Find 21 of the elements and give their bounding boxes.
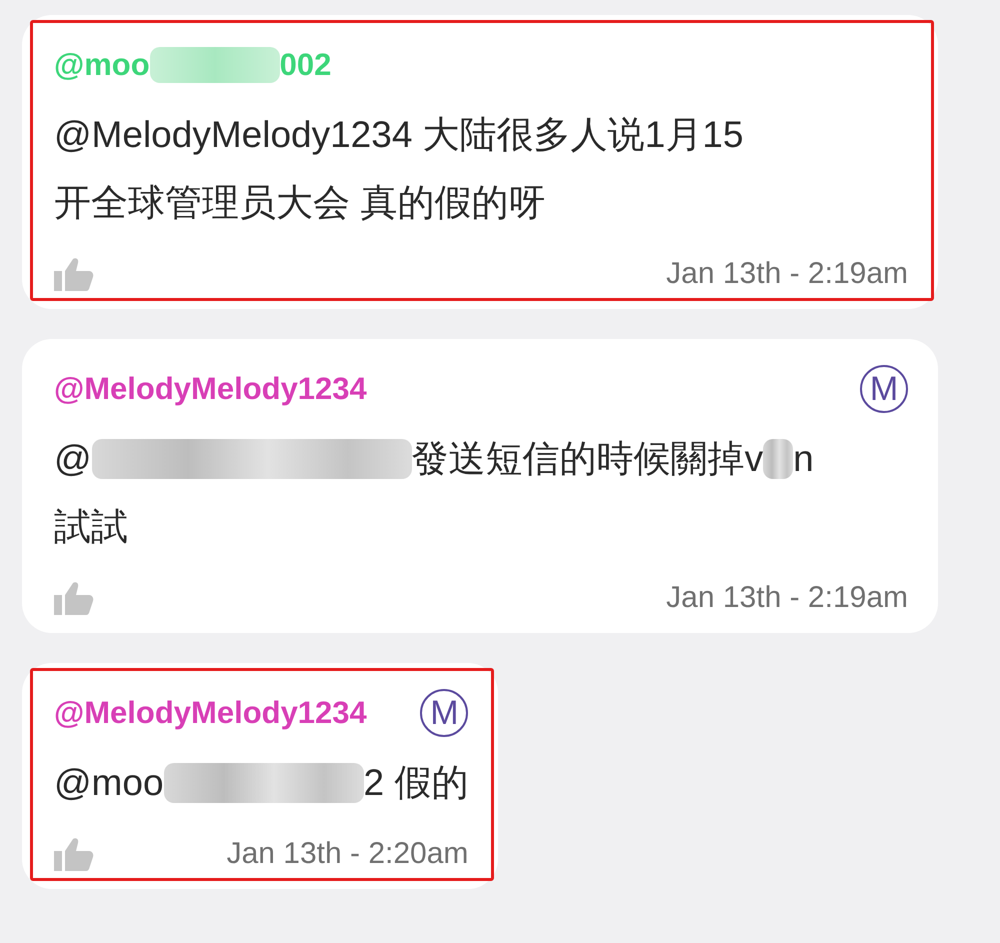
author-text: @MelodyMelody1234: [54, 371, 367, 407]
blurred-redaction: [763, 439, 794, 479]
message-text: n: [793, 438, 814, 480]
message-text: @MelodyMelody1234 大陆很多人说1月15: [54, 113, 744, 157]
message-text: 試試: [54, 505, 128, 549]
thumbs-up-icon[interactable]: [54, 837, 94, 871]
message-text: 發送短信的時候關掉v: [412, 437, 764, 481]
message-text: 开全球管理员大会 真的假的呀: [54, 181, 546, 225]
author-text: @moo: [54, 47, 150, 83]
timestamp: Jan 13th - 2:20am: [226, 837, 468, 871]
user-badge: M: [860, 365, 908, 413]
message-text: 2 假的: [364, 761, 468, 805]
timestamp: Jan 13th - 2:19am: [666, 257, 908, 291]
user-badge: M: [420, 689, 468, 737]
thumbs-up-icon[interactable]: [54, 581, 94, 615]
message-text: @: [54, 438, 92, 480]
thumbs-up-icon[interactable]: [54, 257, 94, 291]
message-text: @moo: [54, 762, 164, 804]
timestamp: Jan 13th - 2:19am: [666, 581, 908, 615]
author-text: @MelodyMelody1234: [54, 695, 367, 731]
author-text: 002: [280, 47, 332, 83]
